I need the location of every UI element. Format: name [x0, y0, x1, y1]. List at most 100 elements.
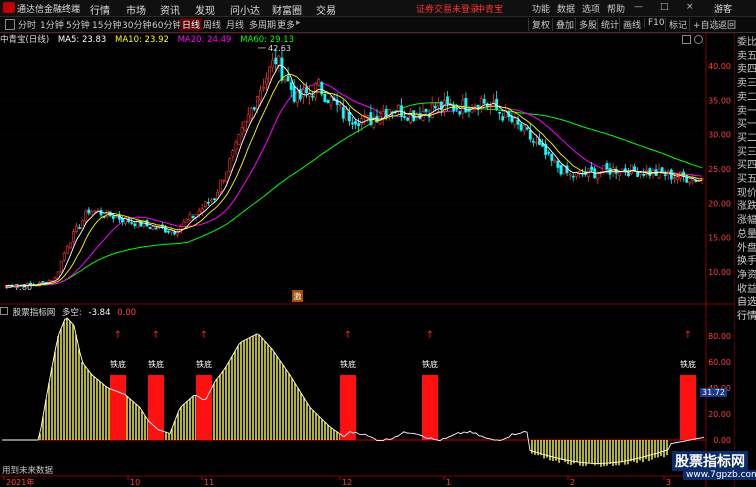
maximize-icon[interactable]: □: [660, 2, 669, 12]
btn-diejia[interactable]: 叠加: [552, 18, 574, 31]
btn-duogu[interactable]: 多股: [575, 18, 597, 31]
signal-label: 铁底: [340, 359, 356, 369]
kline-chart[interactable]: 40.0035.0030.0025.0020.0015.0010.00 42.6…: [0, 33, 734, 487]
low-price-label: ← 7.80: [5, 283, 32, 292]
btn-fuquan[interactable]: 复权: [528, 18, 550, 31]
watermark-title: 股票指标网: [672, 451, 748, 471]
candle-body: [550, 153, 554, 161]
btn-tongji[interactable]: 统计: [597, 18, 619, 31]
period-5min[interactable]: 5分钟: [66, 18, 90, 31]
guest-user[interactable]: 游客: [714, 2, 732, 15]
candle-body: [231, 150, 235, 157]
minimize-icon[interactable]: —: [634, 2, 643, 12]
candle-body: [639, 172, 643, 175]
candle-body: [191, 216, 195, 218]
btn-f10[interactable]: F10: [644, 18, 665, 28]
btn-back[interactable]: 返回: [714, 18, 736, 31]
date-label: 11: [204, 478, 214, 487]
menu-square-icon[interactable]: [5, 19, 15, 30]
candle-body: [289, 82, 293, 90]
help-menu[interactable]: 帮助: [607, 2, 625, 15]
candle-body: [246, 114, 250, 123]
signal-block: [148, 375, 164, 440]
close-icon[interactable]: ×: [686, 2, 694, 12]
data-menu[interactable]: 数据: [557, 2, 575, 15]
menu-hangqing[interactable]: 行情: [90, 2, 110, 17]
candle-body: [252, 107, 256, 110]
period-15min[interactable]: 15分钟: [92, 18, 121, 31]
candle-body: [105, 209, 109, 218]
candle-body: [265, 77, 269, 85]
indicator-settings-icon[interactable]: [0, 307, 8, 315]
period-30min[interactable]: 30分钟: [122, 18, 151, 31]
indicator-current-value: 31.72: [700, 388, 727, 397]
signal-block: [110, 375, 126, 440]
candle-body: [348, 112, 351, 122]
signal-up-arrow-icon: ↑: [426, 330, 434, 341]
candle-body: [384, 108, 388, 117]
tools-menu[interactable]: 选项: [582, 2, 600, 15]
candle-body: [170, 230, 173, 233]
candle-body: [522, 124, 526, 132]
candle-body: [148, 227, 152, 229]
period-more[interactable]: 更多: [277, 18, 295, 31]
menu-wenxiaoda[interactable]: 问小达: [230, 2, 260, 17]
side-panel-item: 现价: [737, 187, 756, 199]
candle-body: [694, 180, 698, 183]
candle-body: [210, 199, 213, 202]
menu-faxian[interactable]: 发现: [195, 2, 215, 17]
btn-biaoji[interactable]: 标记: [665, 18, 687, 31]
candle-body: [136, 219, 140, 228]
btn-huaxian[interactable]: 画线: [619, 18, 641, 31]
side-panel-item[interactable]: 行情: [737, 310, 756, 323]
menu-zixun[interactable]: 资讯: [160, 2, 180, 17]
indicator-name: 股票指标网: [12, 308, 56, 318]
menu-shichang[interactable]: 市场: [126, 2, 146, 17]
indicator-legend: 股票指标网 多空: -3.84 0.00: [0, 306, 140, 318]
side-panel-item[interactable]: 自选: [737, 296, 756, 309]
side-panel-item: 涨跌: [737, 201, 756, 213]
candle-body: [663, 174, 667, 177]
period-multi[interactable]: 多周期: [249, 18, 276, 31]
more-chevron-icon[interactable]: ▸: [296, 18, 301, 28]
candle-body: [482, 98, 486, 104]
candle-body: [455, 108, 459, 110]
period-fenshi[interactable]: 分时: [18, 18, 36, 31]
candle-body: [130, 222, 134, 224]
candle-body: [222, 179, 226, 182]
candle-body: [243, 120, 247, 131]
period-60min[interactable]: 60分钟: [152, 18, 181, 31]
candle-body: [219, 179, 223, 193]
candle-body: [452, 105, 456, 112]
candle-body: [510, 116, 514, 123]
candle-body: [283, 79, 287, 82]
candle-body: [87, 209, 91, 214]
side-panel-item: 买二: [737, 132, 756, 144]
login-warning[interactable]: 证券交易未登录: [416, 2, 479, 15]
candle-body: [528, 130, 532, 140]
price-axis-label: 40.00: [708, 62, 731, 71]
candle-body: [203, 201, 207, 208]
period-weekly[interactable]: 周线: [203, 18, 221, 31]
candle-body: [467, 109, 471, 112]
period-monthly[interactable]: 月线: [226, 18, 244, 31]
candle-body: [562, 165, 566, 175]
signal-block: [196, 375, 212, 440]
candle-body: [145, 219, 149, 227]
menu-jiaoyi[interactable]: 交易: [316, 2, 336, 17]
candle-body: [262, 86, 265, 90]
period-daily[interactable]: 日线: [180, 18, 203, 31]
side-panel-item: 收益: [737, 283, 756, 295]
candle-body: [259, 89, 262, 101]
candle-body: [430, 103, 434, 118]
ma60-path: [5, 102, 703, 287]
period-1min[interactable]: 1分钟: [40, 18, 64, 31]
candle-body: [605, 163, 609, 170]
function-menu[interactable]: 功能: [532, 2, 550, 15]
date-label: 12: [342, 478, 352, 487]
indicator-label: 多空:: [61, 308, 82, 318]
menu-caifuquan[interactable]: 财富圈: [272, 2, 302, 17]
signal-up-arrow-icon: ↑: [200, 330, 208, 341]
candle-body: [464, 97, 468, 113]
signal-block: [680, 375, 696, 440]
